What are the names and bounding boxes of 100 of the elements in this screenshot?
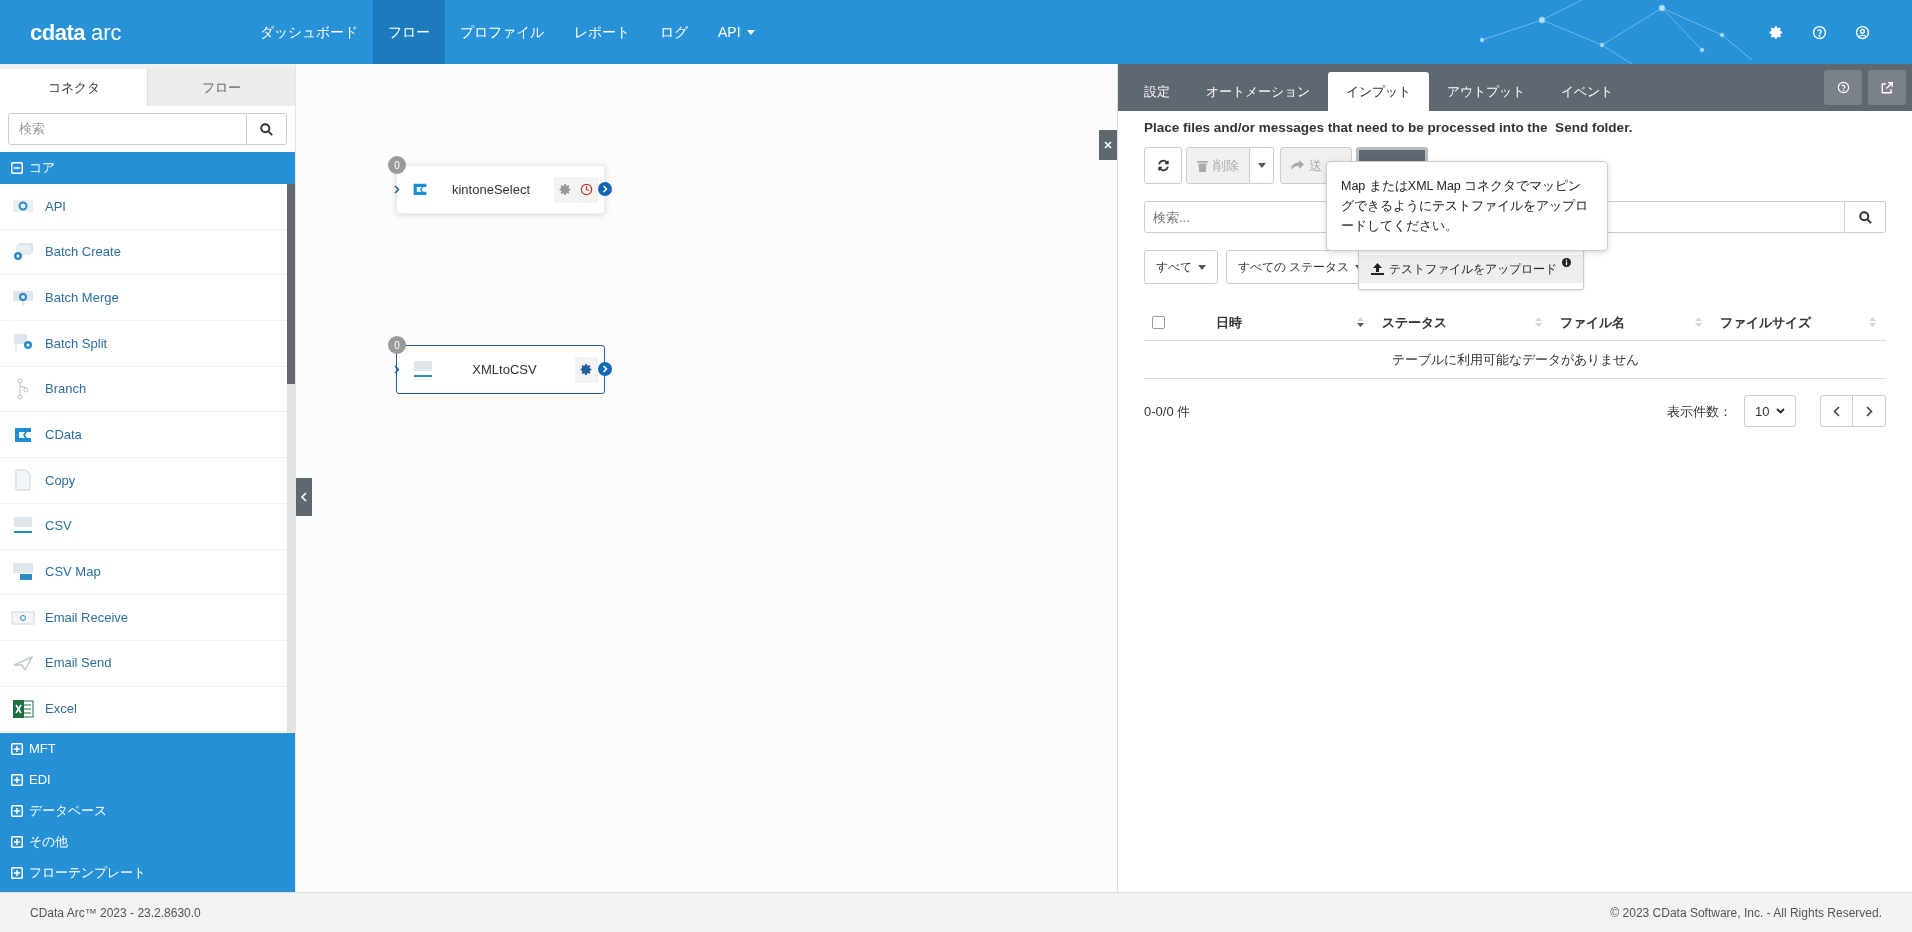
nav-link[interactable]: API bbox=[703, 0, 770, 64]
collapse-icon bbox=[11, 162, 23, 174]
gear-icon bbox=[580, 363, 593, 376]
csv-map-icon bbox=[11, 561, 34, 582]
nav-link[interactable]: ログ bbox=[645, 0, 703, 64]
info-icon bbox=[1562, 258, 1571, 267]
filter-dropdown[interactable]: すべて bbox=[1144, 250, 1218, 285]
user-icon bbox=[1855, 24, 1870, 40]
record-count: 0-0/0 件 bbox=[1144, 402, 1191, 421]
bracket-logo-icon bbox=[12, 426, 33, 443]
panel-tab[interactable]: イベント bbox=[1543, 72, 1631, 111]
search-icon bbox=[259, 121, 274, 137]
chevron-down-icon bbox=[1776, 408, 1785, 415]
connector-item[interactable]: API bbox=[0, 184, 287, 230]
sidebar-tab[interactable]: フロー bbox=[147, 69, 295, 106]
select-all-checkbox[interactable] bbox=[1152, 315, 1165, 329]
expand-icon bbox=[11, 804, 23, 817]
trash-icon bbox=[1197, 159, 1208, 172]
connector-item[interactable]: Email Receive bbox=[0, 595, 287, 641]
connector-item[interactable]: Batch Split bbox=[0, 321, 287, 367]
node-name: XMLtoCSV bbox=[471, 360, 538, 379]
copyright-text: © 2023 CData Software, Inc. - All Rights Reserved. bbox=[1610, 904, 1882, 922]
connector-item[interactable]: CData bbox=[0, 412, 287, 459]
open-external-button[interactable] bbox=[1868, 70, 1906, 105]
column-header[interactable]: ステータス bbox=[1374, 312, 1552, 332]
search-icon bbox=[1857, 209, 1873, 225]
column-header[interactable]: ファイルサイズ bbox=[1712, 312, 1886, 332]
connector-item[interactable]: CSV bbox=[0, 503, 287, 550]
paper-plane-icon bbox=[12, 655, 33, 672]
output-port-icon[interactable] bbox=[598, 362, 612, 376]
stacked-pages-gear-icon bbox=[11, 242, 34, 263]
count-badge: 0 bbox=[388, 156, 406, 174]
chevron-left-icon bbox=[301, 492, 307, 502]
gear-icon bbox=[559, 183, 572, 196]
input-port-icon bbox=[394, 185, 400, 194]
scrollbar[interactable] bbox=[287, 184, 295, 733]
category-header[interactable]: その他 bbox=[0, 826, 295, 857]
nav-link[interactable]: レポート bbox=[559, 0, 645, 64]
page-size-label: 表示件数： bbox=[1667, 402, 1732, 421]
node-name: kintoneSelect bbox=[450, 180, 532, 199]
refresh-icon bbox=[1156, 159, 1170, 173]
connector-item[interactable]: Excel bbox=[0, 686, 287, 733]
chevron-right-icon bbox=[1865, 405, 1873, 417]
search-field[interactable]: 検索 bbox=[8, 113, 247, 145]
nav-link[interactable]: プロファイル bbox=[445, 0, 559, 64]
account-button[interactable] bbox=[1855, 24, 1870, 40]
column-header[interactable]: 日時 bbox=[1198, 312, 1374, 332]
upload-icon bbox=[1371, 263, 1384, 275]
connector-item[interactable]: Copy bbox=[0, 458, 287, 504]
help-button[interactable] bbox=[1824, 70, 1862, 105]
delete-menu-button[interactable] bbox=[1250, 147, 1274, 185]
nav-link[interactable]: フロー bbox=[373, 0, 445, 64]
app-logo: cdata arc bbox=[30, 18, 123, 47]
empty-table-message: テーブルに利用可能なデータがありません bbox=[1144, 341, 1886, 380]
close-panel-button[interactable] bbox=[1099, 130, 1117, 160]
panel-tab[interactable]: インプット bbox=[1328, 72, 1429, 111]
output-port-icon[interactable] bbox=[598, 182, 612, 196]
category-header[interactable]: コア bbox=[0, 152, 295, 184]
clock-icon bbox=[580, 183, 593, 196]
expand-icon bbox=[11, 773, 23, 786]
category-header[interactable]: データベース bbox=[0, 795, 295, 826]
category-label: EDI bbox=[29, 770, 51, 789]
caret-icon bbox=[1257, 163, 1266, 169]
envelope-icon bbox=[10, 609, 35, 626]
connector-item[interactable]: Batch Create bbox=[0, 229, 287, 276]
category-label: コア bbox=[29, 159, 55, 178]
nav-link[interactable]: ダッシュボード bbox=[245, 0, 373, 64]
search-button[interactable] bbox=[247, 113, 287, 145]
category-header[interactable]: EDI bbox=[0, 764, 295, 795]
refresh-button[interactable] bbox=[1144, 147, 1182, 185]
upload-menu-item[interactable]: テストファイルをアップロード bbox=[1359, 255, 1583, 283]
category-header[interactable]: フローテンプレート bbox=[0, 857, 295, 888]
caret-icon bbox=[1198, 264, 1206, 270]
panel-tab[interactable]: 設定 bbox=[1126, 72, 1188, 111]
bracket-logo-icon bbox=[412, 183, 428, 196]
spreadsheet-icon bbox=[11, 698, 34, 719]
version-text: CData Arc™ 2023 - 23.2.8630.0 bbox=[30, 904, 201, 922]
sort-icon bbox=[1535, 316, 1542, 329]
page-size-select[interactable]: 10 bbox=[1744, 395, 1796, 428]
column-header[interactable]: ファイル名 bbox=[1552, 312, 1712, 332]
settings-button[interactable] bbox=[1769, 24, 1784, 40]
chevron-left-icon bbox=[1833, 405, 1840, 417]
count-badge: 0 bbox=[388, 336, 406, 354]
sort-icon bbox=[1869, 316, 1876, 329]
category-header[interactable]: MFT bbox=[0, 733, 295, 764]
settings-icon bbox=[1769, 24, 1784, 40]
collapse-sidebar-button[interactable] bbox=[296, 478, 312, 516]
sidebar-tab[interactable]: コネクタ bbox=[0, 69, 147, 106]
panel-tab[interactable]: アウトプット bbox=[1429, 72, 1543, 111]
connector-item[interactable]: Batch Merge bbox=[0, 275, 287, 322]
search-button[interactable] bbox=[1845, 201, 1886, 234]
sort-icon bbox=[1357, 316, 1364, 329]
help-button[interactable] bbox=[1812, 24, 1827, 40]
share-arrow-icon bbox=[1291, 160, 1304, 172]
panel-tab[interactable]: オートメーション bbox=[1188, 72, 1328, 111]
merge-gear-icon bbox=[11, 288, 34, 307]
expand-icon bbox=[11, 835, 23, 848]
connector-item[interactable]: CSV Map bbox=[0, 549, 287, 596]
split-gear-icon bbox=[11, 333, 34, 354]
help-icon bbox=[1836, 81, 1850, 94]
